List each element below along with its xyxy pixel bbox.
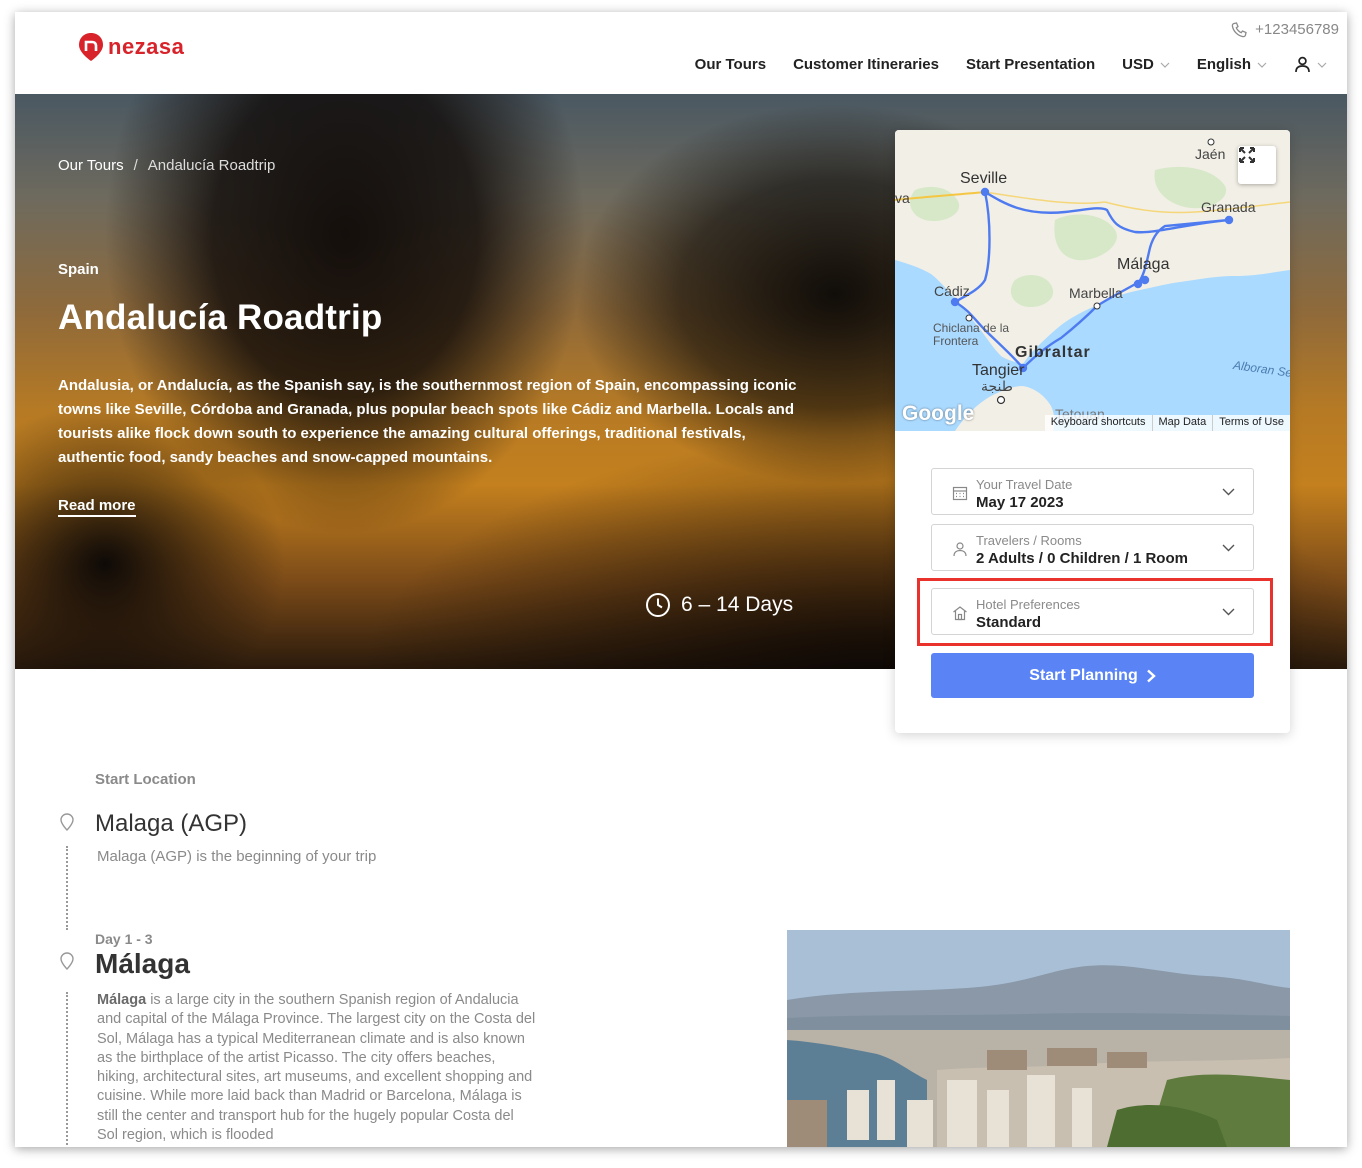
start-planning-label: Start Planning bbox=[1029, 666, 1138, 684]
map-label-granada: Granada bbox=[1201, 199, 1256, 215]
map-keyboard-shortcuts[interactable]: Keyboard shortcuts bbox=[1045, 415, 1152, 431]
day-destination-title: Málaga bbox=[95, 948, 190, 979]
tour-description: Andalusia, or Andalucía, as the Spanish … bbox=[58, 377, 797, 466]
site-header: nezasa +123456789 Our Tours Customer Iti… bbox=[15, 12, 1347, 94]
start-location-title: Malaga (AGP) bbox=[95, 810, 248, 837]
person-icon bbox=[953, 542, 967, 557]
nav-label: Customer Itineraries bbox=[793, 56, 939, 73]
clock-icon bbox=[646, 593, 670, 617]
breadcrumb-our-tours[interactable]: Our Tours bbox=[58, 157, 124, 174]
map-label-jaen: Jaén bbox=[1195, 146, 1226, 162]
read-more-link[interactable]: Read more bbox=[58, 497, 136, 517]
day-description-body: is a large city in the southern Spanish … bbox=[97, 992, 536, 1144]
location-pin-icon bbox=[60, 952, 74, 970]
nezasa-logo-icon bbox=[79, 33, 103, 61]
nav-start-presentation[interactable]: Start Presentation bbox=[966, 56, 1095, 73]
main-nav: Our Tours Customer Itineraries Start Pre… bbox=[695, 56, 1327, 73]
hotel-preferences-select[interactable]: Hotel Preferences Standard bbox=[931, 588, 1254, 635]
hotel-icon bbox=[953, 606, 967, 621]
language-label: English bbox=[1196, 56, 1251, 73]
chevron-down-icon bbox=[1222, 544, 1235, 552]
travel-date-label: Your Travel Date bbox=[976, 477, 1073, 492]
map-label-cadiz: Cádiz bbox=[934, 283, 970, 299]
phone-icon bbox=[1231, 21, 1247, 37]
phone-number: +123456789 bbox=[1255, 21, 1339, 38]
travelers-rooms-select[interactable]: Travelers / Rooms 2 Adults / 0 Children … bbox=[931, 524, 1254, 571]
map-label-tangier-arabic: طنجة bbox=[981, 378, 1013, 394]
map-data[interactable]: Map Data bbox=[1151, 415, 1213, 431]
travel-date-value: May 17 2023 bbox=[976, 494, 1064, 511]
map-label-malaga: Málaga bbox=[1117, 256, 1170, 273]
start-location-label: Start Location bbox=[95, 771, 196, 788]
booking-card: Jaén Seville va Granada Málaga Cádiz Mar… bbox=[895, 130, 1290, 733]
map-label-gibraltar: Gibraltar bbox=[1015, 344, 1091, 361]
chevron-right-icon bbox=[1146, 669, 1156, 682]
day-range-label: Day 1 - 3 bbox=[95, 931, 153, 947]
location-pin-icon bbox=[60, 813, 74, 831]
chevron-down-icon bbox=[1317, 62, 1327, 68]
malaga-photo bbox=[787, 930, 1290, 1147]
day-description-lead: Málaga bbox=[97, 992, 147, 1008]
map-label-marbella: Marbella bbox=[1069, 285, 1123, 301]
breadcrumb-current: Andalucía Roadtrip bbox=[147, 157, 276, 174]
chevron-down-icon bbox=[1160, 62, 1170, 68]
map-fullscreen-button[interactable] bbox=[1238, 146, 1276, 184]
map-label-chiclana: Chiclana de la Frontera bbox=[933, 321, 1010, 348]
tour-duration: 6 – 14 Days bbox=[645, 592, 793, 618]
travelers-label: Travelers / Rooms bbox=[976, 533, 1082, 548]
language-dropdown[interactable]: English bbox=[1197, 56, 1267, 73]
chevron-down-icon bbox=[1222, 608, 1235, 616]
account-dropdown[interactable] bbox=[1294, 56, 1327, 73]
chevron-down-icon bbox=[1257, 62, 1267, 68]
nav-customer-itineraries[interactable]: Customer Itineraries bbox=[793, 56, 939, 73]
start-location-subtitle: Malaga (AGP) is the beginning of your tr… bbox=[97, 848, 377, 865]
map-terms[interactable]: Terms of Use bbox=[1212, 415, 1290, 431]
map-footer: Keyboard shortcuts Map Data Terms of Use bbox=[1044, 415, 1290, 431]
map-canvas bbox=[895, 130, 1290, 431]
tour-country: Spain bbox=[58, 261, 99, 278]
browser-window: nezasa +123456789 Our Tours Customer Iti… bbox=[15, 12, 1347, 1147]
calendar-icon bbox=[952, 486, 968, 501]
start-planning-button[interactable]: Start Planning bbox=[931, 653, 1254, 698]
travelers-value: 2 Adults / 0 Children / 1 Room bbox=[976, 550, 1188, 567]
tour-title: Andalucía Roadtrip bbox=[58, 298, 383, 337]
duration-text: 6 – 14 Days bbox=[681, 593, 794, 616]
malaga-city-image bbox=[787, 930, 1290, 1147]
route-map[interactable]: Jaén Seville va Granada Málaga Cádiz Mar… bbox=[895, 130, 1290, 431]
nav-our-tours[interactable]: Our Tours bbox=[695, 56, 766, 73]
brand-logo[interactable]: nezasa bbox=[78, 32, 184, 62]
currency-dropdown[interactable]: USD bbox=[1122, 56, 1170, 73]
hotel-preferences-value: Standard bbox=[976, 614, 1042, 631]
day-description: Málaga is a large city in the southern S… bbox=[97, 991, 537, 1145]
breadcrumb: Our Tours / Andalucía Roadtrip bbox=[58, 157, 275, 174]
user-icon bbox=[1295, 56, 1310, 73]
chevron-down-icon bbox=[1222, 488, 1235, 496]
timeline-connector bbox=[66, 992, 68, 1147]
map-label-va: va bbox=[895, 190, 910, 206]
fullscreen-icon bbox=[1239, 147, 1255, 163]
nav-label: Our Tours bbox=[694, 56, 767, 73]
phone-contact[interactable]: +123456789 bbox=[1231, 21, 1339, 38]
breadcrumb-separator: / bbox=[133, 157, 138, 174]
hotel-preferences-label: Hotel Preferences bbox=[976, 597, 1081, 612]
timeline-connector bbox=[66, 846, 68, 930]
nav-label: Start Presentation bbox=[965, 56, 1096, 73]
travel-date-select[interactable]: Your Travel Date May 17 2023 bbox=[931, 468, 1254, 515]
map-label-seville: Seville bbox=[960, 170, 1008, 187]
brand-name: nezasa bbox=[108, 34, 185, 59]
currency-label: USD bbox=[1122, 56, 1154, 73]
google-logo: Google bbox=[902, 402, 975, 425]
